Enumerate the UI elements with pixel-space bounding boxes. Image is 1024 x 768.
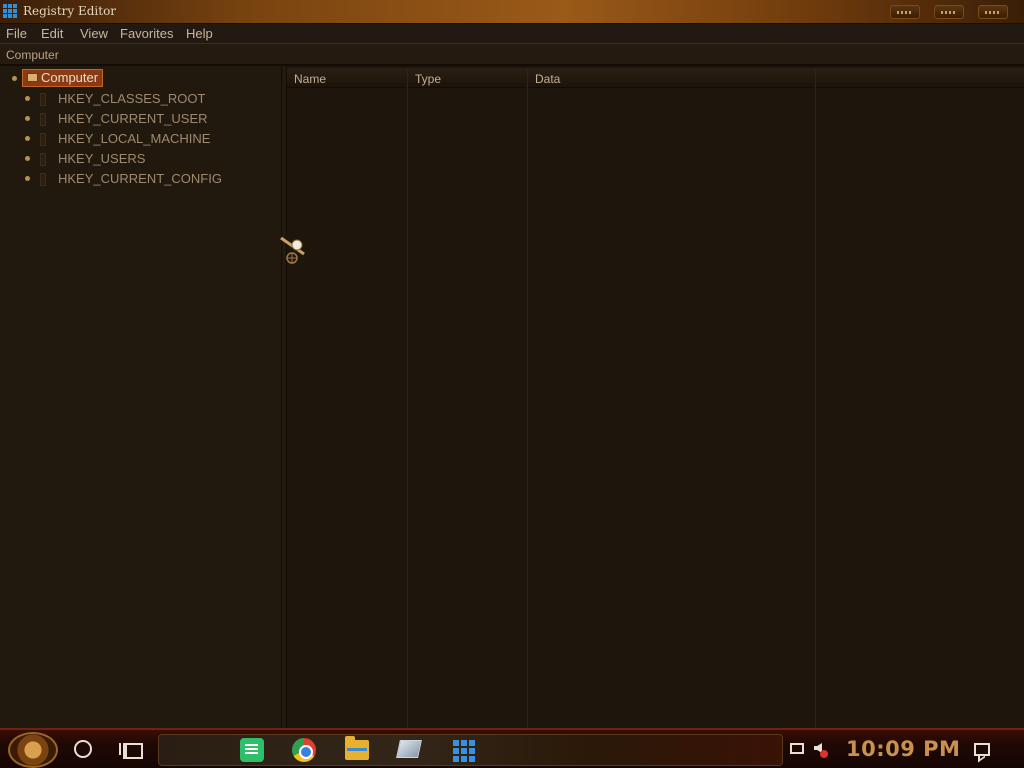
- folder-icon: [40, 113, 46, 126]
- expand-icon[interactable]: [12, 76, 17, 81]
- tree-item-label: HKEY_CURRENT_USER: [58, 111, 208, 126]
- column-header-data[interactable]: Data: [528, 68, 815, 88]
- tree-item-hkey-classes-root[interactable]: HKEY_CLASSES_ROOT: [0, 90, 260, 108]
- title-bar: Registry Editor: [0, 0, 1024, 24]
- key-tree-pane[interactable]: Computer HKEY_CLASSES_ROOT HKEY_CURRENT_…: [0, 66, 281, 728]
- menu-favorites[interactable]: Favorites: [120, 26, 173, 41]
- regedit-taskbar-icon[interactable]: [451, 738, 475, 762]
- folder-icon: [40, 153, 46, 166]
- taskbar: 10:09 PM: [0, 728, 1024, 768]
- column-header-filler: [816, 68, 1024, 88]
- maximize-button[interactable]: [934, 5, 964, 19]
- mouse-cursor-icon: [280, 236, 305, 264]
- task-view-icon[interactable]: [119, 740, 143, 759]
- column-divider: [815, 68, 816, 728]
- start-button[interactable]: [8, 732, 58, 768]
- clock[interactable]: 10:09 PM: [846, 737, 960, 761]
- column-divider: [527, 68, 528, 728]
- column-header-name[interactable]: Name: [287, 68, 407, 88]
- file-explorer-icon[interactable]: [345, 736, 369, 760]
- tree-item-hkey-current-config[interactable]: HKEY_CURRENT_CONFIG: [0, 170, 260, 188]
- tree-item-label: HKEY_CURRENT_CONFIG: [58, 171, 222, 186]
- tree-item-hkey-local-machine[interactable]: HKEY_LOCAL_MACHINE: [0, 130, 260, 148]
- regedit-app-icon: [3, 4, 17, 18]
- tree-item-hkey-current-user[interactable]: HKEY_CURRENT_USER: [0, 110, 260, 128]
- menu-bar: File Edit View Favorites Help: [0, 24, 1024, 44]
- expand-icon[interactable]: [25, 176, 30, 181]
- tree-item-label: HKEY_CLASSES_ROOT: [58, 91, 206, 106]
- minimize-button[interactable]: [890, 5, 920, 19]
- mute-indicator-icon: [820, 750, 828, 758]
- tree-item-label: HKEY_USERS: [58, 151, 146, 166]
- values-list-pane[interactable]: Name Type Data: [287, 66, 1024, 728]
- window-title: Registry Editor: [23, 4, 117, 18]
- menu-help[interactable]: Help: [186, 26, 213, 41]
- notes-icon[interactable]: [240, 738, 264, 762]
- close-button[interactable]: [978, 5, 1008, 19]
- notification-icon[interactable]: [974, 743, 990, 756]
- computer-icon: [27, 73, 38, 82]
- network-icon[interactable]: [790, 743, 804, 754]
- menu-file[interactable]: File: [6, 26, 27, 41]
- folder-icon: [40, 173, 46, 186]
- folder-icon: [40, 93, 46, 106]
- menu-view[interactable]: View: [80, 26, 108, 41]
- search-icon[interactable]: [74, 740, 92, 758]
- tablet-icon[interactable]: [396, 740, 422, 758]
- tree-item-hkey-users[interactable]: HKEY_USERS: [0, 150, 260, 168]
- expand-icon[interactable]: [25, 116, 30, 121]
- address-path[interactable]: Computer: [6, 48, 59, 62]
- expand-icon[interactable]: [25, 136, 30, 141]
- expand-icon[interactable]: [25, 96, 30, 101]
- folder-icon: [40, 133, 46, 146]
- tree-item-label: HKEY_LOCAL_MACHINE: [58, 131, 211, 146]
- tree-item-computer[interactable]: Computer: [0, 69, 120, 88]
- system-tray: 10:09 PM: [784, 734, 1024, 766]
- chrome-icon[interactable]: [292, 738, 316, 762]
- address-bar[interactable]: Computer: [0, 44, 1024, 66]
- menu-edit[interactable]: Edit: [41, 26, 63, 41]
- expand-icon[interactable]: [25, 156, 30, 161]
- column-divider: [407, 68, 408, 728]
- column-header-type[interactable]: Type: [408, 68, 527, 88]
